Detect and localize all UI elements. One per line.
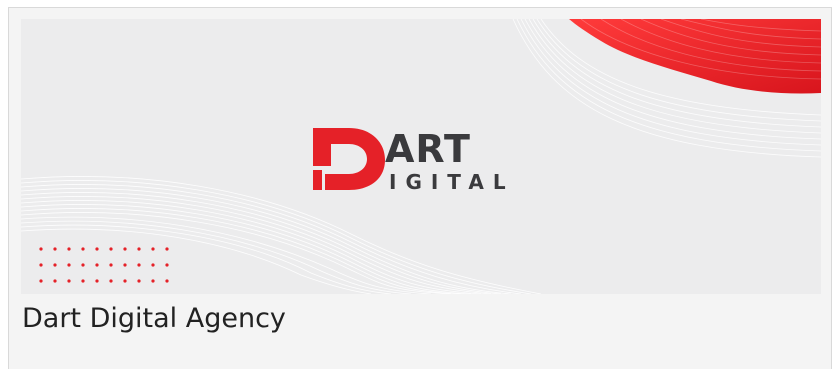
agency-name[interactable]: Dart Digital Agency [22, 297, 286, 341]
logo-word-igital: IGITAL [389, 170, 515, 192]
agency-banner-image[interactable]: ART IGITAL [21, 19, 821, 294]
dart-digital-logo: ART IGITAL [313, 127, 515, 192]
agency-card[interactable]: ART IGITAL Dart Digital Agency [8, 7, 832, 369]
logo-word-art: ART [385, 127, 471, 171]
